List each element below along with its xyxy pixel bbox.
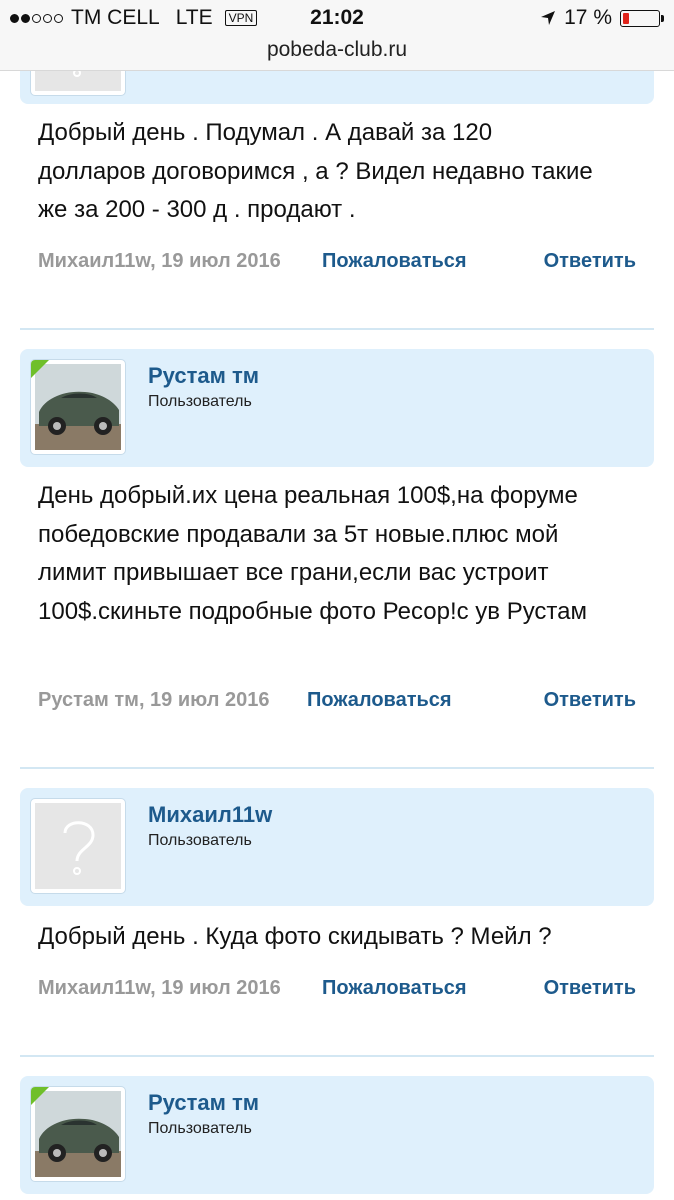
post-divider bbox=[20, 1055, 654, 1057]
post-user-box: Рустам тм Пользователь bbox=[20, 1076, 654, 1194]
question-mark-icon bbox=[35, 803, 121, 889]
post-meta: Михаил11w, 19 июл 2016 Пожаловаться Отве… bbox=[38, 977, 636, 1003]
user-role: Пользователь bbox=[148, 832, 252, 849]
username-link[interactable]: Рустам тм bbox=[148, 363, 259, 389]
online-badge bbox=[31, 360, 50, 379]
battery-icon bbox=[620, 9, 664, 27]
report-link[interactable]: Пожаловаться bbox=[307, 689, 452, 712]
battery-percent: 17 % bbox=[564, 6, 612, 29]
post-meta: Рустам тм, 19 июл 2016 Пожаловаться Отве… bbox=[38, 689, 636, 715]
post-message: День добрый.их цена реальная 100$,на фор… bbox=[38, 482, 587, 625]
online-badge bbox=[31, 1087, 50, 1106]
post-divider bbox=[20, 767, 654, 769]
post-message: Добрый день . Подумал . А давай за 120 д… bbox=[38, 119, 593, 223]
post-message: Добрый день . Куда фото скидывать ? Мейл… bbox=[38, 923, 552, 950]
avatar[interactable] bbox=[30, 1086, 126, 1182]
post-author-date[interactable]: Михаил11w, 19 июл 2016 bbox=[38, 250, 281, 273]
user-role: Пользователь bbox=[148, 393, 252, 410]
post-divider bbox=[20, 328, 654, 330]
username-link[interactable]: Рустам тм bbox=[148, 1090, 259, 1116]
report-link[interactable]: Пожаловаться bbox=[322, 977, 467, 1000]
post-author-date[interactable]: Михаил11w, 19 июл 2016 bbox=[38, 977, 281, 1000]
post-user-box: Рустам тм Пользователь bbox=[20, 349, 654, 467]
reply-link[interactable]: Ответить bbox=[544, 977, 636, 1000]
address-bar[interactable]: pobeda-club.ru bbox=[0, 38, 674, 62]
avatar[interactable] bbox=[30, 798, 126, 894]
user-role: Пользователь bbox=[148, 1120, 252, 1137]
reply-link[interactable]: Ответить bbox=[544, 250, 636, 273]
post-author-date[interactable]: Рустам тм, 19 июл 2016 bbox=[38, 689, 270, 712]
location-arrow-icon bbox=[541, 11, 556, 25]
report-link[interactable]: Пожаловаться bbox=[322, 250, 467, 273]
status-bar: TM CELL LTE VPN 21:02 17 % pobeda-club.r… bbox=[0, 0, 674, 71]
username-link[interactable]: Михаил11w bbox=[148, 802, 272, 828]
post-user-box: Михаил11w Пользователь bbox=[20, 788, 654, 906]
avatar[interactable] bbox=[30, 359, 126, 455]
reply-link[interactable]: Ответить bbox=[544, 689, 636, 712]
post-meta: Михаил11w, 19 июл 2016 Пожаловаться Отве… bbox=[38, 250, 636, 276]
